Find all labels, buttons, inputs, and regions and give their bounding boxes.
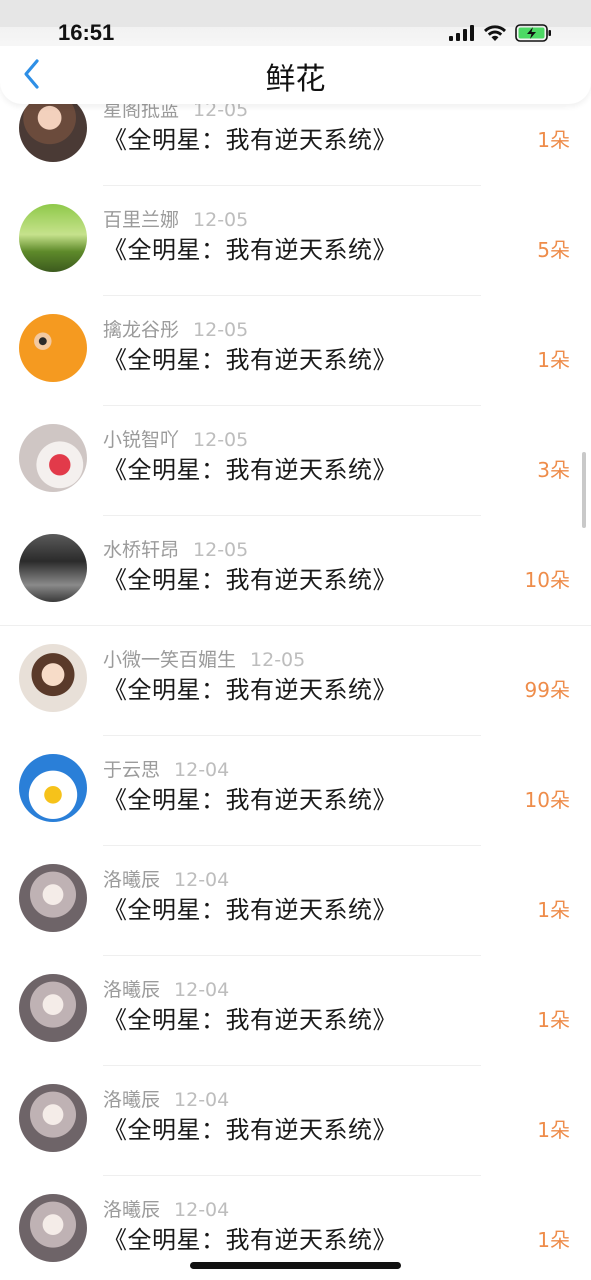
flower-count: 99朵 — [524, 678, 570, 702]
flower-count: 1朵 — [537, 898, 570, 922]
book-title: 《全明星：我有逆天系统》 — [103, 786, 397, 814]
nav-bar: 鲜花 — [0, 46, 591, 104]
date: 12-05 — [193, 319, 249, 341]
list-item[interactable]: 百里兰娜 12-05 《全明星：我有逆天系统》 5朵 — [0, 186, 591, 296]
user-meta: 水桥轩昂 12-05 — [103, 535, 248, 562]
flower-count: 10朵 — [524, 568, 570, 592]
list-item[interactable]: 小微一笑百媚生 12-05 《全明星：我有逆天系统》 99朵 — [0, 626, 591, 736]
avatar — [19, 644, 87, 712]
date: 12-04 — [174, 1199, 230, 1221]
book-title: 《全明星：我有逆天系统》 — [103, 126, 397, 154]
book-title: 《全明星：我有逆天系统》 — [103, 896, 397, 924]
list-item[interactable]: 水桥轩昂 12-05 《全明星：我有逆天系统》 10朵 — [0, 516, 591, 626]
user-name: 洛曦辰 — [103, 1089, 161, 1111]
avatar — [19, 754, 87, 822]
avatar — [19, 94, 87, 162]
book-title: 《全明星：我有逆天系统》 — [103, 236, 397, 264]
date: 12-04 — [174, 759, 230, 781]
book-title: 《全明星：我有逆天系统》 — [103, 1006, 397, 1034]
avatar — [19, 424, 87, 492]
page-title: 鲜花 — [265, 62, 326, 97]
home-indicator[interactable] — [190, 1262, 401, 1269]
avatar — [19, 1194, 87, 1262]
date: 12-05 — [193, 209, 249, 231]
date: 12-05 — [250, 649, 306, 671]
user-name: 洛曦辰 — [103, 869, 161, 891]
cellular-signal-icon — [449, 25, 474, 41]
user-meta: 擒龙谷彤 12-05 — [103, 315, 248, 342]
flower-count: 1朵 — [537, 1008, 570, 1032]
user-meta: 洛曦辰 12-04 — [103, 1195, 229, 1222]
list-item[interactable]: 洛曦辰 12-04 《全明星：我有逆天系统》 1朵 — [0, 1066, 591, 1176]
flower-list[interactable]: 星阁抵蓝 12-05 《全明星：我有逆天系统》 1朵 百里兰娜 12-05 《全明星… — [0, 76, 591, 1280]
flower-count: 1朵 — [537, 348, 570, 372]
book-title: 《全明星：我有逆天系统》 — [103, 566, 397, 594]
user-meta: 洛曦辰 12-04 — [103, 865, 229, 892]
user-name: 洛曦辰 — [103, 979, 161, 1001]
flower-count: 1朵 — [537, 128, 570, 152]
user-name: 洛曦辰 — [103, 1199, 161, 1221]
list-item[interactable]: 小锐智吖 12-05 《全明星：我有逆天系统》 3朵 — [0, 406, 591, 516]
avatar — [19, 1084, 87, 1152]
avatar — [19, 204, 87, 272]
battery-charging-icon — [515, 24, 551, 42]
book-title: 《全明星：我有逆天系统》 — [103, 456, 397, 484]
avatar — [19, 864, 87, 932]
list-item[interactable]: 洛曦辰 12-04 《全明星：我有逆天系统》 1朵 — [0, 846, 591, 956]
flower-count: 1朵 — [537, 1118, 570, 1142]
flower-count: 10朵 — [524, 788, 570, 812]
user-name: 百里兰娜 — [103, 209, 180, 231]
system-icons — [449, 24, 553, 42]
book-title: 《全明星：我有逆天系统》 — [103, 1226, 397, 1254]
list-item[interactable]: 擒龙谷彤 12-05 《全明星：我有逆天系统》 1朵 — [0, 296, 591, 406]
date: 12-05 — [193, 429, 249, 451]
user-meta: 洛曦辰 12-04 — [103, 975, 229, 1002]
date: 12-04 — [174, 979, 230, 1001]
status-bar: 16:51 — [0, 0, 591, 48]
avatar — [19, 974, 87, 1042]
user-meta: 小微一笑百媚生 12-05 — [103, 645, 305, 672]
avatar — [19, 534, 87, 602]
user-name: 水桥轩昂 — [103, 539, 180, 561]
date: 12-04 — [174, 1089, 230, 1111]
status-time: 16:51 — [58, 20, 115, 45]
wifi-icon — [484, 24, 506, 41]
book-title: 《全明星：我有逆天系统》 — [103, 1116, 397, 1144]
user-name: 小锐智吖 — [103, 429, 180, 451]
date: 12-05 — [193, 539, 249, 561]
flower-count: 5朵 — [537, 238, 570, 262]
list-item[interactable]: 于云思 12-04 《全明星：我有逆天系统》 10朵 — [0, 736, 591, 846]
user-meta: 百里兰娜 12-05 — [103, 205, 248, 232]
book-title: 《全明星：我有逆天系统》 — [103, 676, 397, 704]
user-name: 于云思 — [103, 759, 161, 781]
date: 12-04 — [174, 869, 230, 891]
flower-count: 1朵 — [537, 1228, 570, 1252]
user-name: 擒龙谷彤 — [103, 319, 180, 341]
user-name: 小微一笑百媚生 — [103, 649, 237, 671]
user-meta: 小锐智吖 12-05 — [103, 425, 248, 452]
user-meta: 于云思 12-04 — [103, 755, 229, 782]
avatar — [19, 314, 87, 382]
scrollbar[interactable] — [582, 452, 586, 528]
list-item[interactable]: 洛曦辰 12-04 《全明星：我有逆天系统》 1朵 — [0, 956, 591, 1066]
book-title: 《全明星：我有逆天系统》 — [103, 346, 397, 374]
user-meta: 洛曦辰 12-04 — [103, 1085, 229, 1112]
flower-count: 3朵 — [537, 458, 570, 482]
